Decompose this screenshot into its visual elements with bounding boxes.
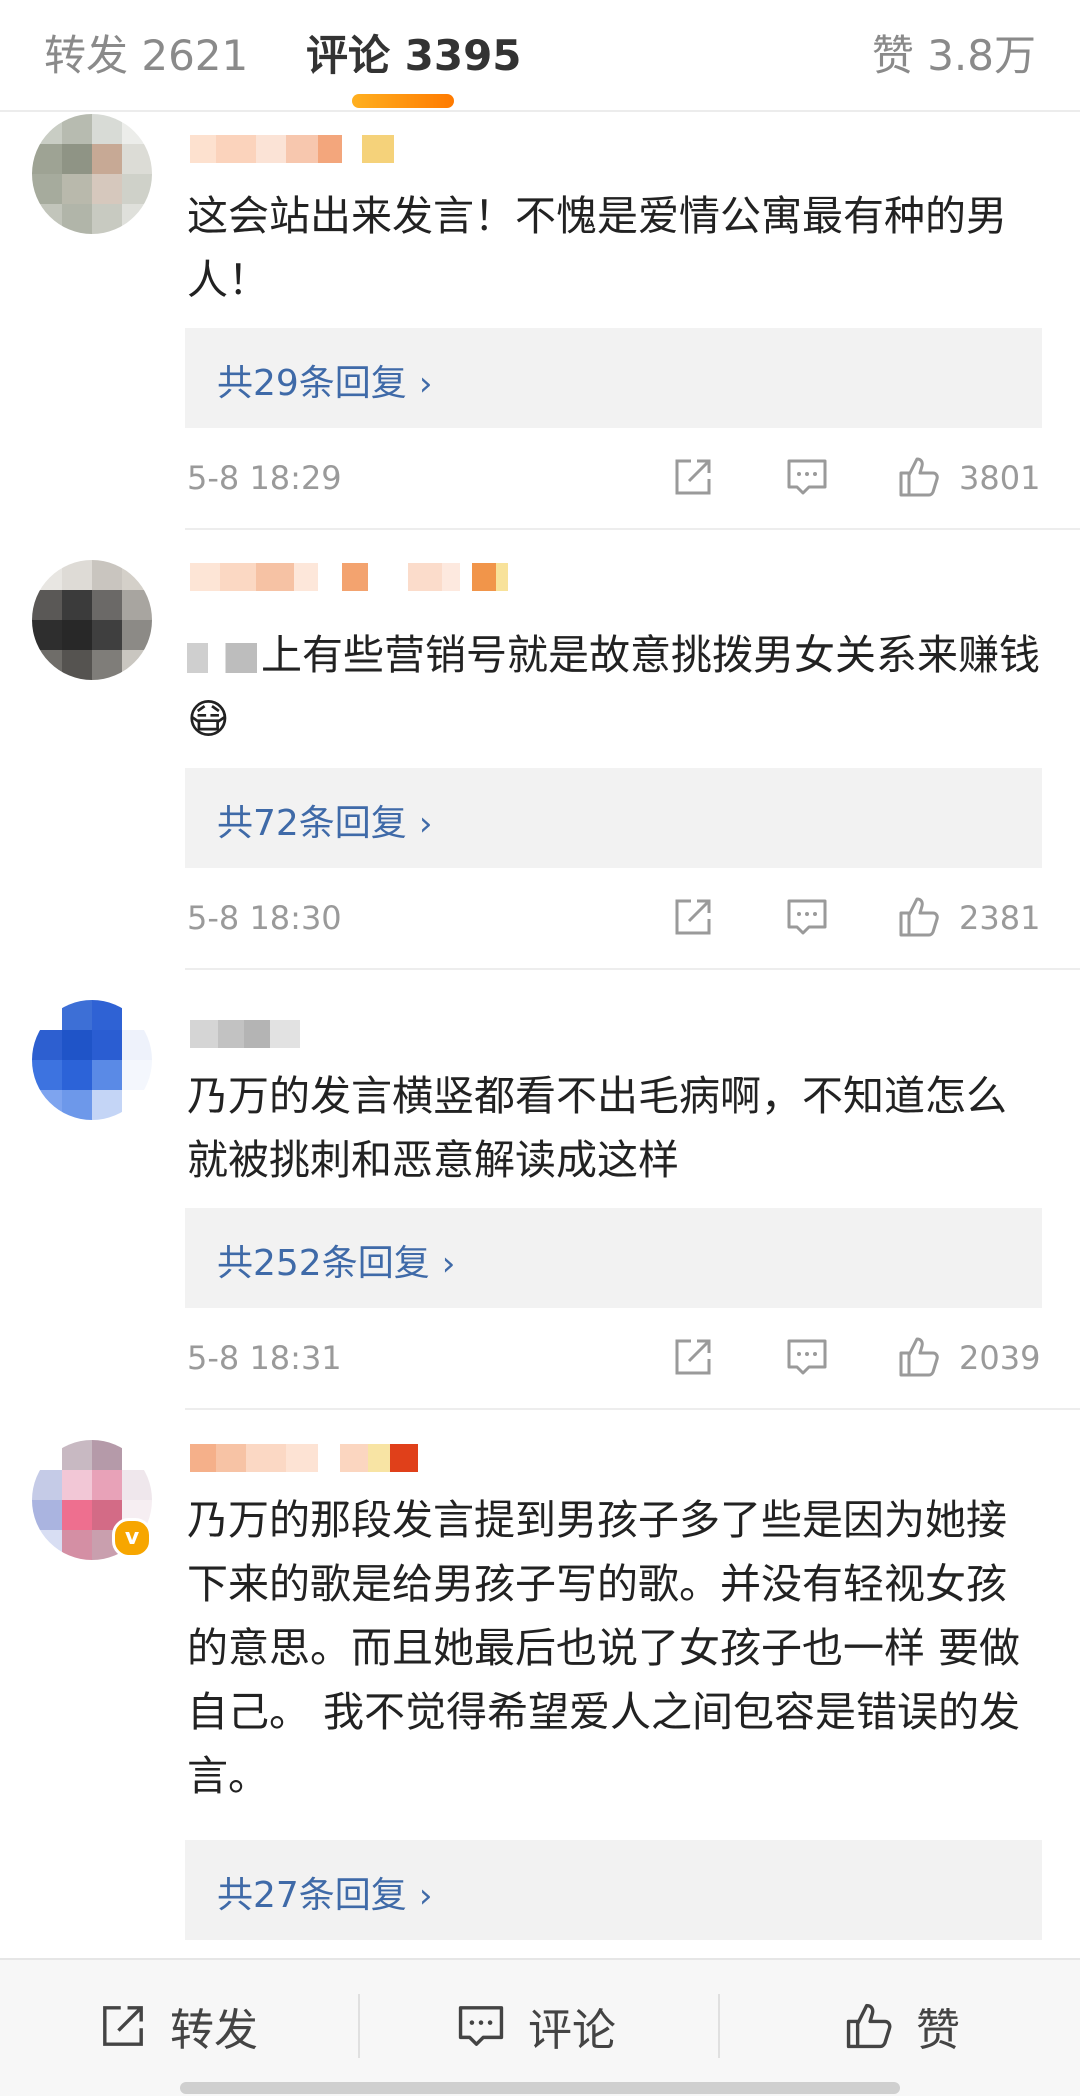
- chevron-right-icon: ›: [418, 364, 433, 404]
- divider: [185, 968, 1080, 970]
- comment-time: 5-8 18:30: [187, 899, 342, 937]
- chevron-right-icon: ›: [441, 1244, 456, 1284]
- thumb-up-icon[interactable]: [897, 895, 941, 943]
- comment-time: 5-8 18:31: [187, 1339, 342, 1377]
- thumb-up-icon: [846, 2003, 892, 2049]
- replies-count: 共252条回复: [217, 1243, 430, 1284]
- avatar[interactable]: [32, 1000, 152, 1120]
- like-count: 2381: [959, 899, 1041, 937]
- tab-like[interactable]: 赞 3.8万: [872, 22, 1036, 83]
- comment-text: 这会站出来发言！不愧是爱情公寓最有种的男人！: [187, 192, 1007, 304]
- comment-icon[interactable]: [785, 895, 829, 943]
- divider: [358, 1994, 360, 2058]
- comment-label: 评论: [528, 2005, 616, 2056]
- comment-icon: [458, 2006, 504, 2046]
- like-count: 3801: [959, 459, 1041, 497]
- comment-text-body: 上有些营销号就是故意挑拨男女关系来赚钱😷: [187, 631, 1040, 743]
- tab-comment[interactable]: 评论 3395: [306, 22, 522, 83]
- comment-meta: 5-8 18:30 2381: [187, 895, 1042, 945]
- replies-button[interactable]: 共252条回复 ›: [185, 1208, 1042, 1308]
- repost-label: 转发: [170, 2005, 258, 2056]
- bottom-action-bar: 转发 评论 赞: [0, 1958, 1080, 2096]
- active-tab-indicator: [352, 94, 454, 108]
- comment-button[interactable]: 评论: [456, 1996, 616, 2056]
- comment-tabs: 转发 2621 评论 3395 赞 3.8万: [0, 0, 1080, 112]
- comment-text: 乃万的那段发言提到男孩子多了些是因为她接下来的歌是给男孩子写的歌。并没有轻视女孩…: [187, 1496, 1021, 1800]
- like-count: 2039: [959, 1339, 1041, 1377]
- comment-meta: 5-8 18:31 2039: [187, 1335, 1042, 1385]
- replies-count: 共29条回复: [217, 363, 407, 404]
- divider: [718, 1994, 720, 2058]
- home-indicator: [180, 2082, 900, 2094]
- replies-button[interactable]: 共27条回复 ›: [185, 1840, 1042, 1940]
- comment-meta: 5-8 18:29 3801: [187, 455, 1042, 505]
- redacted-text: [187, 643, 257, 673]
- verified-badge-icon: v: [112, 1518, 152, 1558]
- comment-time: 5-8 18:29: [187, 459, 342, 497]
- replies-count: 共27条回复: [217, 1875, 407, 1916]
- comment-icon[interactable]: [785, 455, 829, 503]
- thumb-up-icon[interactable]: [897, 1335, 941, 1383]
- share-icon: [103, 2006, 143, 2046]
- replies-count: 共72条回复: [217, 803, 407, 844]
- avatar[interactable]: [32, 114, 152, 234]
- comment-text: 上有些营销号就是故意挑拨男女关系来赚钱😷: [187, 623, 1047, 751]
- replies-button[interactable]: 共72条回复 ›: [185, 768, 1042, 868]
- avatar[interactable]: [32, 560, 152, 680]
- divider: [185, 528, 1080, 530]
- tab-repost[interactable]: 转发 2621: [44, 22, 248, 83]
- comment-icon[interactable]: [785, 1335, 829, 1383]
- comment-text: 乃万的发言横竖都看不出毛病啊，不知道怎么就被挑刺和恶意解读成这样: [187, 1072, 1007, 1184]
- comment-item: 上有些营销号就是故意挑拨男女关系来赚钱😷 共72条回复 › 5-8 18:30 2…: [0, 550, 1080, 970]
- repost-button[interactable]: 转发: [98, 1996, 258, 2056]
- chevron-right-icon: ›: [418, 1876, 433, 1916]
- share-icon[interactable]: [671, 455, 715, 503]
- thumb-up-icon[interactable]: [897, 455, 941, 503]
- divider: [185, 1408, 1080, 1410]
- replies-button[interactable]: 共29条回复 ›: [185, 328, 1042, 428]
- like-button[interactable]: 赞: [844, 1996, 960, 2056]
- nickname[interactable]: [190, 1020, 300, 1048]
- nickname[interactable]: [190, 563, 508, 591]
- share-icon[interactable]: [671, 895, 715, 943]
- comment-item: v 乃万的那段发言提到男孩子多了些是因为她接下来的歌是给男孩子写的歌。并没有轻视…: [0, 1430, 1080, 1958]
- comment-item: 乃万的发言横竖都看不出毛病啊，不知道怎么就被挑刺和恶意解读成这样 共252条回复…: [0, 990, 1080, 1410]
- nickname[interactable]: [190, 1444, 418, 1472]
- like-label: 赞: [916, 2005, 960, 2056]
- comment-item: 这会站出来发言！不愧是爱情公寓最有种的男人！ 共29条回复 › 5-8 18:29…: [0, 110, 1080, 530]
- nickname[interactable]: [190, 135, 394, 163]
- share-icon[interactable]: [671, 1335, 715, 1383]
- chevron-right-icon: ›: [418, 804, 433, 844]
